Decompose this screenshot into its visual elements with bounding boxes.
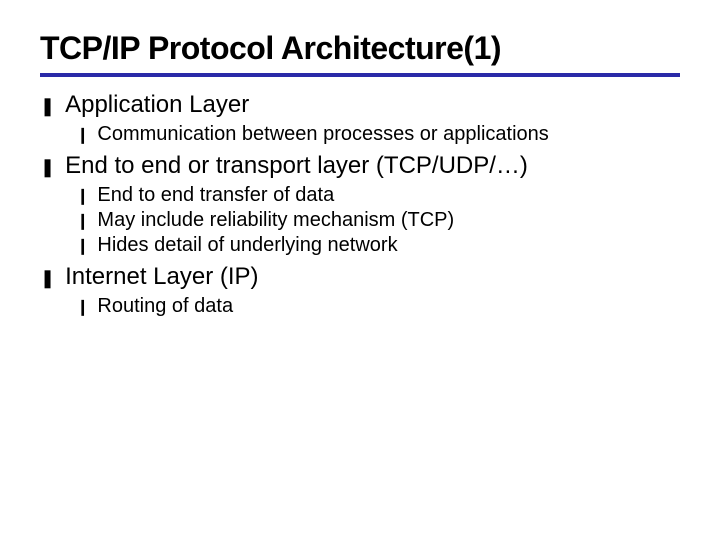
sub-item-text: End to end transfer of data <box>97 184 334 207</box>
slide-title: TCP/IP Protocol Architecture(1) <box>40 30 680 77</box>
section-heading-row: ❚ End to end or transport layer (TCP/UDP… <box>40 152 680 180</box>
section-heading-row: ❚ Application Layer <box>40 91 680 119</box>
sub-item: ❙ Hides detail of underlying network <box>76 234 680 257</box>
section-heading: End to end or transport layer (TCP/UDP/…… <box>65 152 528 180</box>
sub-item-text: Communication between processes or appli… <box>97 123 548 146</box>
bullet-level1-icon: ❚ <box>40 96 55 117</box>
sub-item: ❙ Communication between processes or app… <box>76 123 680 146</box>
section-heading: Application Layer <box>65 91 249 119</box>
section: ❚ Application Layer ❙ Communication betw… <box>40 91 680 146</box>
bullet-level2-icon: ❙ <box>76 186 89 206</box>
sub-item: ❙ End to end transfer of data <box>76 184 680 207</box>
sub-item: ❙ May include reliability mechanism (TCP… <box>76 209 680 232</box>
sub-item: ❙ Routing of data <box>76 295 680 318</box>
bullet-level1-icon: ❚ <box>40 268 55 289</box>
section-heading: Internet Layer (IP) <box>65 263 258 291</box>
section: ❚ End to end or transport layer (TCP/UDP… <box>40 152 680 257</box>
sub-item-text: May include reliability mechanism (TCP) <box>97 209 454 232</box>
section-heading-row: ❚ Internet Layer (IP) <box>40 263 680 291</box>
bullet-level1-icon: ❚ <box>40 157 55 178</box>
bullet-level2-icon: ❙ <box>76 297 89 317</box>
bullet-level2-icon: ❙ <box>76 236 89 256</box>
bullet-level2-icon: ❙ <box>76 125 89 145</box>
sub-item-text: Hides detail of underlying network <box>97 234 397 257</box>
bullet-level2-icon: ❙ <box>76 211 89 231</box>
sub-item-text: Routing of data <box>97 295 233 318</box>
section: ❚ Internet Layer (IP) ❙ Routing of data <box>40 263 680 318</box>
